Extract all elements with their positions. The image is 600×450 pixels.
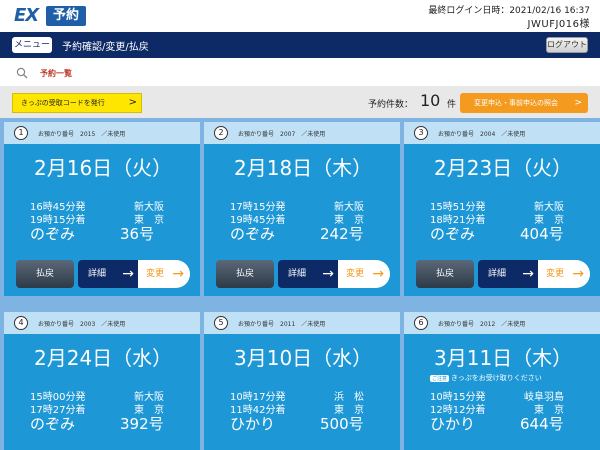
change-button[interactable]: 変更 → <box>538 260 590 288</box>
notice-tag: ご注意 <box>430 375 450 382</box>
card-reservation-meta: お預かり番号 2003 ／未使用 <box>38 321 126 328</box>
reservation-card: 6 お預かり番号 2012 ／未使用 3月11日（木） ご注意 きっぷをお受け取り… <box>404 312 600 450</box>
arrow-right-icon: → <box>372 266 384 282</box>
reservation-card: 1 お預かり番号 2015 ／未使用 2月16日（火） 16時45分発 新大阪 … <box>4 122 200 296</box>
card-date: 2月23日（火） <box>434 156 573 180</box>
card-date: 2月16日（火） <box>34 156 173 180</box>
train-name: のぞみ <box>30 225 76 243</box>
card-reservation-meta: お預かり番号 2015 ／未使用 <box>38 131 126 138</box>
page-title: 予約確認/変更/払戻 <box>62 42 149 53</box>
change-label: 変更 <box>346 269 365 279</box>
change-label: 変更 <box>146 269 165 279</box>
change-application-inquiry-label: 変更申込・事前申込の照会 <box>474 99 558 107</box>
card-reservation-meta: お預かり番号 2007 ／未使用 <box>238 131 326 138</box>
issue-ticket-code-button[interactable]: きっぷの受取コードを発行 > <box>12 93 142 113</box>
card-header: 2 お預かり番号 2007 ／未使用 <box>204 122 400 144</box>
nav-bar: メニュー 予約確認/変更/払戻 ログアウト <box>0 32 600 58</box>
change-label: 変更 <box>546 269 565 279</box>
detail-label: 詳細 <box>88 269 107 279</box>
breadcrumb: 予約一覧 <box>0 58 600 86</box>
reservation-list: 1 お預かり番号 2015 ／未使用 2月16日（火） 16時45分発 新大阪 … <box>0 118 600 450</box>
reservation-card: 4 お預かり番号 2003 ／未使用 2月24日（水） 15時00分発 新大阪 … <box>4 312 200 450</box>
card-number-badge: 4 <box>14 316 28 330</box>
chevron-right-icon: > <box>128 97 137 108</box>
train-number: 404号 <box>520 225 564 243</box>
card-header: 3 お預かり番号 2004 ／未使用 <box>404 122 600 144</box>
train-number: 392号 <box>120 415 164 433</box>
notice-text: きっぷをお受け取りください <box>451 374 542 382</box>
card-reservation-meta: お預かり番号 2011 ／未使用 <box>238 321 326 328</box>
detail-button[interactable]: 詳細 → <box>78 260 138 288</box>
card-number-badge: 3 <box>414 126 428 140</box>
refund-button[interactable]: 払戻 <box>16 260 74 288</box>
card-header: 6 お預かり番号 2012 ／未使用 <box>404 312 600 334</box>
train-number: 36号 <box>120 225 155 243</box>
card-number-badge: 5 <box>214 316 228 330</box>
arrow-right-icon: → <box>572 266 584 282</box>
detail-label: 詳細 <box>488 269 507 279</box>
train-name: ひかり <box>230 415 276 433</box>
ex-logo[interactable]: EX 予約 <box>14 5 86 29</box>
arrow-right-icon: → <box>122 266 134 282</box>
train-number: 644号 <box>520 415 564 433</box>
reservation-card: 3 お預かり番号 2004 ／未使用 2月23日（火） 15時51分発 新大阪 … <box>404 122 600 296</box>
card-date: 3月10日（水） <box>234 346 373 370</box>
detail-label: 詳細 <box>288 269 307 279</box>
change-button[interactable]: 変更 → <box>338 260 390 288</box>
detail-button[interactable]: 詳細 → <box>478 260 538 288</box>
reservation-count-value: 10 <box>420 91 441 110</box>
change-application-inquiry-button[interactable]: 変更申込・事前申込の照会 > <box>460 93 588 113</box>
arrow-right-icon: → <box>322 266 334 282</box>
train-number: 242号 <box>320 225 364 243</box>
issue-ticket-code-label: きっぷの受取コードを発行 <box>21 99 105 107</box>
reservation-card: 5 お預かり番号 2011 ／未使用 3月10日（水） 10時17分発 浜 松 … <box>204 312 400 450</box>
card-number-badge: 1 <box>14 126 28 140</box>
reservation-card: 2 お預かり番号 2007 ／未使用 2月18日（木） 17時15分発 新大阪 … <box>204 122 400 296</box>
train-name: のぞみ <box>430 225 476 243</box>
refund-button[interactable]: 払戻 <box>216 260 274 288</box>
card-date: 2月24日（水） <box>34 346 173 370</box>
card-date: 2月18日（木） <box>234 156 373 180</box>
train-name: のぞみ <box>230 225 276 243</box>
logout-button[interactable]: ログアウト <box>546 37 588 53</box>
card-header: 4 お預かり番号 2003 ／未使用 <box>4 312 200 334</box>
card-reservation-meta: お預かり番号 2004 ／未使用 <box>438 131 526 138</box>
card-number-badge: 6 <box>414 316 428 330</box>
card-reservation-meta: お預かり番号 2012 ／未使用 <box>438 321 526 328</box>
search-icon <box>16 67 28 79</box>
refund-button[interactable]: 払戻 <box>416 260 474 288</box>
logo-yoyaku-text: 予約 <box>46 6 86 26</box>
card-header: 1 お預かり番号 2015 ／未使用 <box>4 122 200 144</box>
train-name: ひかり <box>430 415 476 433</box>
pickup-notice: ご注意 きっぷをお受け取りください <box>430 373 542 383</box>
detail-button[interactable]: 詳細 → <box>278 260 338 288</box>
menu-button[interactable]: メニュー <box>12 37 52 53</box>
action-bar: きっぷの受取コードを発行 > 予約件数： 10 件 変更申込・事前申込の照会 > <box>0 86 600 118</box>
card-number-badge: 2 <box>214 126 228 140</box>
breadcrumb-label: 予約一覧 <box>40 69 72 78</box>
train-name: のぞみ <box>30 415 76 433</box>
card-header: 5 お預かり番号 2011 ／未使用 <box>204 312 400 334</box>
logo-ex-text: EX <box>14 5 39 26</box>
top-header: EX 予約 最終ログイン日時：2021/02/16 16:37 JWUFJ016… <box>0 0 600 32</box>
train-number: 500号 <box>320 415 364 433</box>
reservation-count-unit: 件 <box>447 100 457 110</box>
change-button[interactable]: 変更 → <box>138 260 190 288</box>
arrow-right-icon: → <box>522 266 534 282</box>
card-date: 3月11日（木） <box>434 346 573 370</box>
reservation-count-label: 予約件数： <box>368 100 414 110</box>
user-id-text: JWUFJ016様 <box>527 19 590 30</box>
chevron-right-icon: > <box>574 98 582 108</box>
arrow-right-icon: → <box>172 266 184 282</box>
